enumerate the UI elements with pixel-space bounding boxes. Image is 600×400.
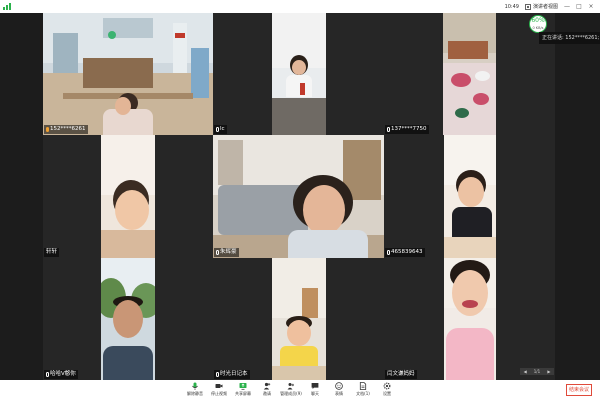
participant-name-tag: 465839643 — [385, 248, 425, 257]
video-tile-3[interactable]: 60% 0 KB/s 137****7750 — [384, 13, 555, 135]
network-quality-value: 60% — [531, 17, 545, 24]
mic-muted-icon — [216, 127, 219, 132]
share-screen-button[interactable]: 共享屏幕 — [232, 381, 254, 399]
settings-button[interactable]: 设置 — [376, 381, 398, 399]
invite-icon — [263, 382, 271, 390]
participant-video — [444, 258, 496, 380]
settings-label: 设置 — [383, 391, 391, 396]
network-speed: 0 KB/s — [532, 26, 544, 30]
mic-icon — [192, 382, 198, 390]
speaker-view-label: 演讲者视图 — [532, 4, 558, 10]
mic-muted-icon — [387, 127, 390, 132]
participant-name-tag: 137****7750 — [385, 125, 429, 134]
network-quality-badge: 60% 0 KB/s — [529, 15, 547, 33]
chat-button[interactable]: 聊天 — [304, 381, 326, 399]
share-screen-label: 共享屏幕 — [235, 391, 251, 396]
participant-video — [43, 13, 213, 135]
end-meeting-button[interactable]: 结束会议 — [566, 384, 592, 396]
chat-label: 聊天 — [311, 391, 319, 396]
document-icon — [359, 382, 367, 390]
page-navigator: ◀ 1/1 ▶ — [520, 368, 554, 375]
participant-video — [101, 258, 155, 380]
stop-video-label: 停止视频 — [211, 391, 227, 396]
mic-muted-icon — [46, 372, 49, 377]
participant-name: 轩轩 — [46, 249, 58, 255]
participant-name: lc — [220, 126, 225, 132]
video-tile-4[interactable]: 轩轩 — [43, 135, 213, 258]
participant-name: 465839643 — [391, 249, 423, 255]
participant-name-tag: 轩轩 — [44, 248, 60, 257]
mic-muted-icon — [216, 372, 219, 377]
participant-video — [443, 13, 496, 135]
participant-name-tag: 时光日记本 — [214, 370, 250, 379]
speaker-view-button[interactable]: 演讲者视图 — [524, 3, 558, 10]
participant-video — [213, 135, 384, 258]
participant-name: 哈哈V憨你 — [50, 371, 76, 377]
video-tile-5[interactable]: 朱辉豪 — [213, 135, 384, 258]
video-tile-1[interactable]: 152****6261 — [43, 13, 213, 135]
grid-view-icon — [524, 3, 531, 10]
signal-icon — [3, 3, 11, 10]
mic-on-icon — [46, 127, 49, 132]
video-stage: 152****6261 lc 60% 0 KB/s 137****7750 轩轩… — [0, 13, 600, 380]
video-tile-6[interactable]: 465839643 — [384, 135, 555, 258]
manage-participants-label: 管理成员(9) — [280, 391, 302, 396]
emoji-button[interactable]: 表情 — [328, 381, 350, 399]
close-button[interactable]: × — [588, 3, 594, 10]
mic-muted-icon — [216, 250, 219, 255]
participant-name-tag: 哈哈V憨你 — [44, 370, 78, 379]
stop-video-button[interactable]: 停止视频 — [208, 381, 230, 399]
video-icon — [215, 384, 223, 388]
participant-name: 152****6261 — [50, 126, 86, 132]
invite-button[interactable]: 邀请 — [256, 381, 278, 399]
share-screen-icon — [239, 383, 247, 390]
video-tile-2[interactable]: lc — [213, 13, 384, 135]
participant-name-tag: lc — [214, 125, 227, 134]
page-indicator: 1/1 — [533, 369, 541, 374]
title-bar: 10:49 演讲者视图 — □ × — [0, 0, 600, 13]
participant-name-tag: 闫文谦妈妈 — [385, 370, 417, 379]
participant-name-tag: 朱辉豪 — [214, 248, 239, 257]
participant-video — [101, 135, 155, 258]
participant-video — [444, 135, 496, 258]
emoji-icon — [335, 382, 343, 390]
participant-name: 闫文谦妈妈 — [387, 371, 415, 377]
speaking-indicator: 正在讲话: 152****6261; — [539, 32, 600, 44]
participant-video — [272, 13, 326, 135]
next-page-icon[interactable]: ▶ — [547, 369, 550, 374]
emoji-label: 表情 — [335, 391, 343, 396]
clock: 10:49 — [504, 3, 519, 10]
document-button[interactable]: 文档(1) — [352, 381, 374, 399]
manage-participants-button[interactable]: 管理成员(9) — [280, 381, 302, 399]
participant-name-tag: 152****6261 — [44, 125, 88, 134]
unmute-label: 解除静音 — [187, 391, 203, 396]
invite-label: 邀请 — [263, 391, 271, 396]
settings-icon — [383, 382, 391, 390]
maximize-button[interactable]: □ — [576, 3, 582, 10]
participant-name: 137****7750 — [391, 126, 427, 132]
participant-video — [272, 258, 326, 380]
prev-page-icon[interactable]: ◀ — [524, 369, 527, 374]
chat-icon — [311, 383, 319, 389]
meeting-toolbar: 解除静音 停止视频 共享屏幕 邀请 管理成员(9) 聊天 表情 文档(1) 设置… — [0, 380, 600, 400]
minimize-button[interactable]: — — [564, 3, 570, 10]
unmute-button[interactable]: 解除静音 — [184, 381, 206, 399]
video-tile-9[interactable]: 闫文谦妈妈 — [384, 258, 555, 380]
mic-muted-icon — [387, 250, 390, 255]
participants-icon — [287, 383, 294, 390]
participant-name: 朱辉豪 — [220, 249, 237, 255]
document-label: 文档(1) — [356, 391, 370, 396]
video-tile-7[interactable]: 哈哈V憨你 — [43, 258, 213, 380]
participant-name: 时光日记本 — [220, 371, 248, 377]
video-tile-8[interactable]: 时光日记本 — [213, 258, 384, 380]
